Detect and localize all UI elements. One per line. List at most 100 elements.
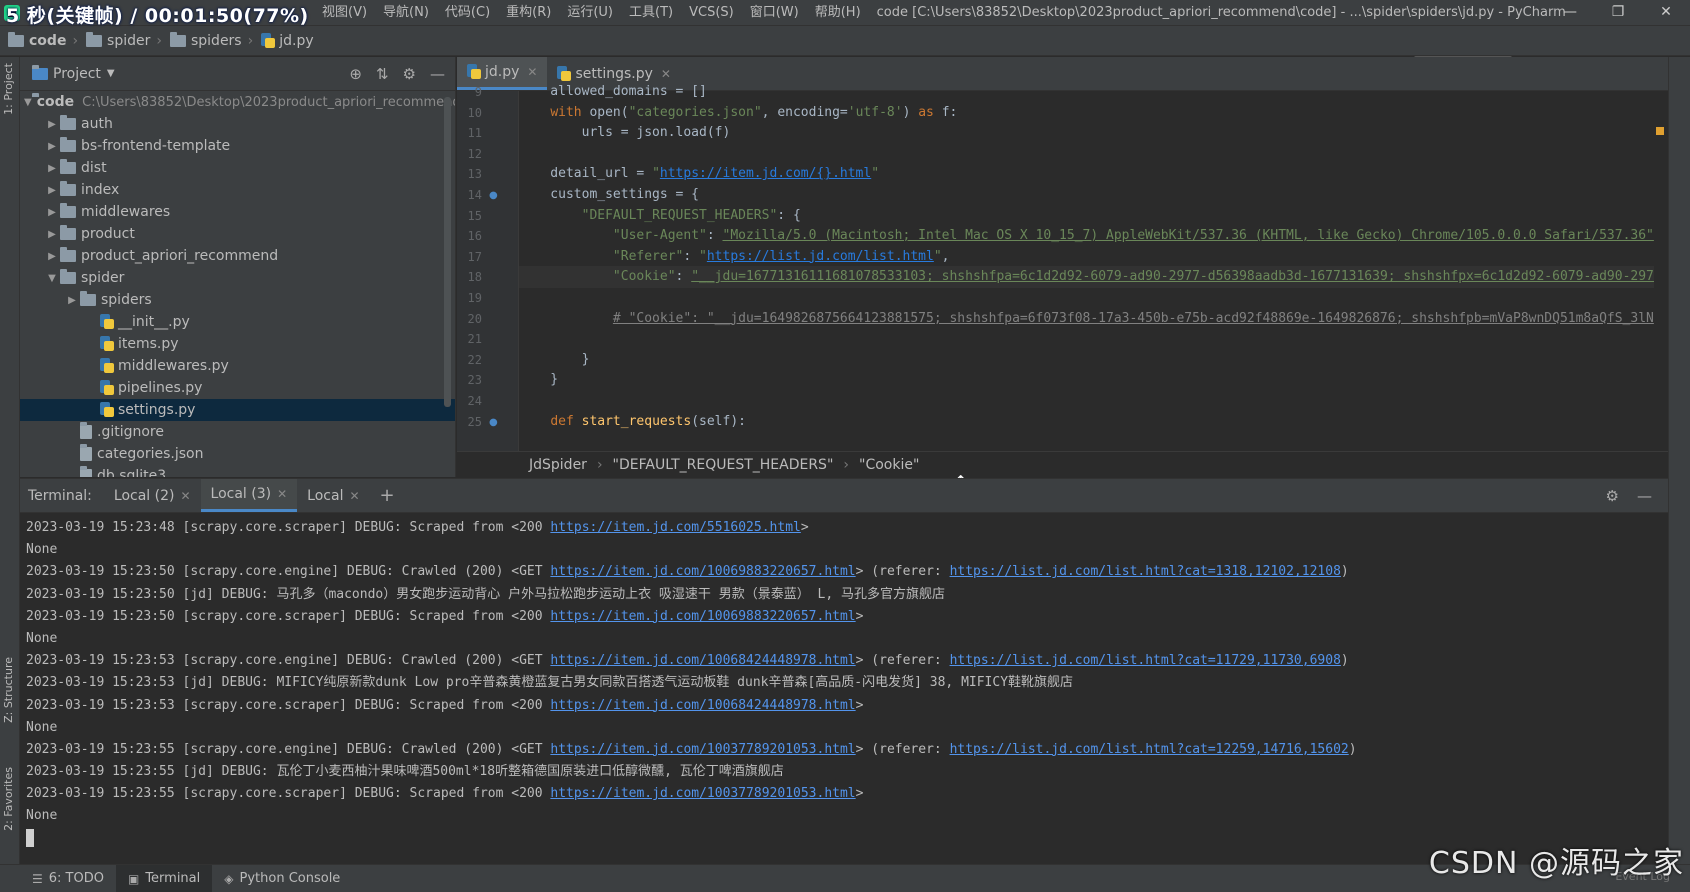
tree-item[interactable]: ▼ spider [20,267,455,289]
tree-item[interactable]: ▶ index [20,179,455,201]
hide-icon[interactable]: — [430,65,445,83]
tree-item[interactable]: ▶ product_apriori_recommend [20,245,455,267]
terminal-tab[interactable]: Local (2) ✕ [104,479,201,512]
line-number: 24 [467,394,482,408]
todo-tool-button[interactable]: ☰ 6: TODO [20,865,116,892]
tree-item[interactable]: __init__.py [20,311,455,333]
menu-item[interactable]: 重构(R) [498,1,559,25]
terminal-tab[interactable]: Local ✕ [297,479,369,512]
folder-icon [80,291,96,306]
left-tool-strip: 1: Project Z: Structure 2: Favorites [0,57,20,867]
collapsed-arrow-icon[interactable]: ▶ [44,185,60,196]
tree-item[interactable]: middlewares.py [20,355,455,377]
editor-scrollbar[interactable] [1654,91,1668,451]
expanded-arrow-icon: ▼ [24,96,32,108]
collapse-all-icon[interactable]: ⇅ [376,65,389,83]
gear-icon[interactable]: ⚙ [403,65,416,83]
breadcrumb-code[interactable]: code › [0,31,78,49]
expanded-arrow-icon[interactable]: ▼ [44,273,60,284]
tree-item-label: items.py [118,336,179,352]
code-area[interactable]: allowed_domains = [] with open("categori… [519,84,1654,451]
structure-tool-button[interactable]: Z: Structure [2,657,15,723]
terminal-link[interactable]: https://item.jd.com/10068424448978.html [550,653,855,668]
collapsed-arrow-icon[interactable]: ▶ [44,251,60,262]
tree-item[interactable]: ▶ bs-frontend-template [20,135,455,157]
python-console-tool-button[interactable]: ◈ Python Console [212,865,352,892]
close-button[interactable]: ✕ [1642,0,1690,24]
menu-item[interactable]: 代码(C) [437,1,498,25]
menu-item[interactable]: 窗口(W) [742,1,807,25]
collapsed-arrow-icon[interactable]: ▶ [44,119,60,130]
tree-item[interactable]: ▶ auth [20,113,455,135]
tree-item[interactable]: items.py [20,333,455,355]
editor-breadcrumb-item[interactable]: "DEFAULT_REQUEST_HEADERS" [613,457,834,473]
menu-item[interactable]: 导航(N) [375,1,437,25]
tree-item[interactable]: categories.json [20,443,455,465]
tree-item[interactable]: ▶ middlewares [20,201,455,223]
tree-item[interactable]: .gitignore [20,421,455,443]
favorites-tool-button[interactable]: 2: Favorites [2,767,15,831]
collapsed-arrow-icon[interactable]: ▶ [44,207,60,218]
terminal-link[interactable]: https://item.jd.com/10069883220657.html [550,609,855,624]
tree-item[interactable]: ▶ spiders [20,289,455,311]
terminal-prompt[interactable] [26,828,1662,850]
terminal-link[interactable]: https://item.jd.com/10069883220657.html [550,564,855,579]
chevron-right-icon: › [596,456,603,473]
collapsed-arrow-icon[interactable]: ▶ [64,295,80,306]
terminal-link[interactable]: https://item.jd.com/10037789201053.html [550,786,855,801]
project-tool-button[interactable]: 1: Project [2,63,15,115]
menu-item[interactable]: 帮助(H) [807,1,869,25]
code-editor: jd.py ✕ settings.py ✕ 9 10 11 12 13 14 ● 15 16 17 18 1… [457,57,1668,477]
menu-item[interactable]: 运行(U) [559,1,621,25]
close-tab-icon[interactable]: ✕ [527,65,537,79]
editor-breadcrumb-item[interactable]: "Cookie" [859,457,919,473]
terminal-tool-button[interactable]: ▣ Terminal [115,864,213,892]
line-number: 14 [467,188,482,202]
terminal-link[interactable]: https://item.jd.com/10037789201053.html [550,742,855,757]
breadcrumb-spiders[interactable]: spiders › [162,31,253,49]
terminal-link[interactable]: https://item.jd.com/5516025.html [550,520,800,535]
override-marker-icon[interactable]: ● [489,190,498,201]
editor-breadcrumb-item[interactable]: JdSpider [529,457,587,473]
project-view-select[interactable]: Project [53,66,101,82]
terminal-tab[interactable]: Local (3) ✕ [200,479,298,512]
close-tab-icon[interactable]: ✕ [349,489,359,503]
folder-icon [60,181,76,196]
tree-item[interactable]: settings.py [20,399,455,421]
new-terminal-button[interactable]: + [370,479,405,512]
project-scrollbar[interactable] [444,97,451,407]
locate-icon[interactable]: ⊕ [349,65,362,83]
breadcrumb-jd-py[interactable]: jd.py [253,32,314,49]
tree-item[interactable]: pipelines.py [20,377,455,399]
collapsed-arrow-icon[interactable]: ▶ [44,229,60,240]
close-tab-icon[interactable]: ✕ [661,67,671,81]
code-line: detail_url = "https://item.jd.com/{}.htm… [519,166,880,182]
gear-icon[interactable]: ⚙ [1606,487,1619,505]
tree-item[interactable]: ▶ dist [20,157,455,179]
tree-item[interactable]: ▶ product [20,223,455,245]
terminal-link[interactable]: https://item.jd.com/10068424448978.html [550,698,855,713]
menu-item[interactable]: VCS(S) [681,1,742,25]
close-tab-icon[interactable]: ✕ [277,487,287,501]
hide-icon[interactable]: — [1637,487,1652,505]
menu-item[interactable]: 视图(V) [314,1,375,25]
warning-marker-icon[interactable] [1656,127,1664,135]
minimize-button[interactable]: — [1546,0,1594,24]
terminal-link[interactable]: https://list.jd.com/list.html?cat=12259,… [950,742,1349,757]
terminal-link[interactable]: https://list.jd.com/list.html?cat=11729,… [950,653,1341,668]
tree-root-code[interactable]: ▼ code C:\Users\83852\Desktop\2023product_… [20,91,455,113]
menu-item[interactable]: 工具(T) [621,1,681,25]
chevron-down-icon[interactable]: ▼ [107,68,115,79]
override-marker-icon[interactable]: ● [489,417,498,428]
close-tab-icon[interactable]: ✕ [180,489,190,503]
terminal-output[interactable]: 2023-03-19 15:23:48 [scrapy.core.scraper… [20,513,1668,865]
collapsed-arrow-icon[interactable]: ▶ [44,163,60,174]
terminal-link[interactable]: https://list.jd.com/list.html?cat=1318,1… [950,564,1341,579]
tree-item[interactable]: db.sqlite3 [20,465,455,477]
breadcrumb-spider[interactable]: spider › [78,31,162,49]
terminal-line: 2023-03-19 15:23:55 [jd] DEBUG: 瓦伦丁小麦西柚汁… [26,764,784,780]
maximize-button[interactable]: ❐ [1594,0,1642,24]
terminal-scrollbar[interactable] [1648,519,1656,819]
collapsed-arrow-icon[interactable]: ▶ [44,141,60,152]
terminal-line: 2023-03-19 15:23:48 [scrapy.core.scraper… [26,520,809,535]
